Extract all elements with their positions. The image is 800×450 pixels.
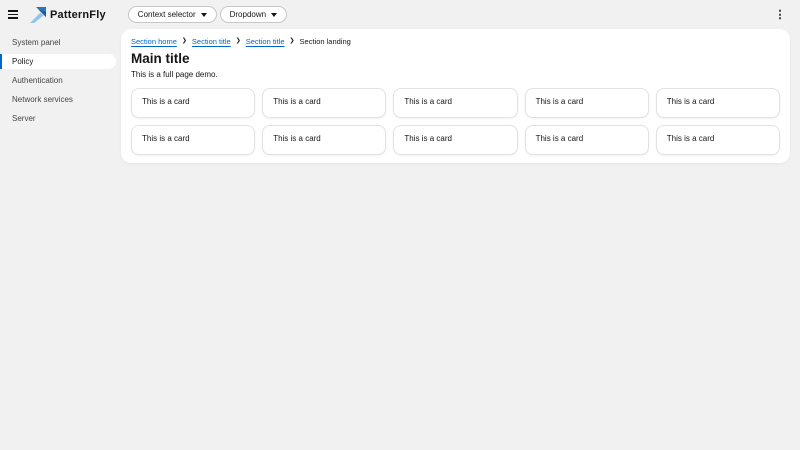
card: This is a card [655, 125, 780, 155]
card: This is a card [131, 88, 256, 118]
page-subtitle: This is a full page demo. [131, 70, 218, 79]
breadcrumb: Section home ❯ Section title ❯ Section t… [131, 36, 780, 46]
context-selector-label: Context selector [137, 10, 196, 19]
card-title: This is a card [273, 134, 321, 143]
card-grid: This is a card This is a card This is a … [131, 88, 780, 155]
chevron-down-icon [271, 12, 278, 17]
card-title: This is a card [273, 97, 321, 106]
card-title: This is a card [535, 134, 584, 143]
masthead: PatternFly Context selector Dropdown ⋮ [0, 0, 800, 29]
brand-name: PatternFly [50, 8, 106, 21]
card: This is a card [393, 88, 518, 118]
breadcrumb-link-section-home[interactable]: Section home [131, 37, 177, 46]
sidebar-item-system-panel[interactable]: System panel [0, 35, 116, 50]
dropdown-label: Dropdown [229, 10, 267, 19]
breadcrumb-current-page: Section landing [299, 36, 351, 46]
context-selector-button[interactable]: Context selector [127, 6, 217, 23]
nav-toggle-button[interactable] [0, 0, 26, 29]
patternfly-logo-icon [30, 6, 46, 23]
card-title: This is a card [142, 97, 190, 106]
kebab-menu-button[interactable]: ⋮ [772, 5, 788, 25]
card-title: This is a card [404, 97, 452, 106]
sidebar-item-authentication[interactable]: Authentication [0, 73, 116, 88]
card: This is a card [262, 125, 387, 155]
card-title: This is a card [142, 134, 190, 143]
sidebar-item-network-services[interactable]: Network services [0, 92, 116, 107]
card: This is a card [393, 125, 518, 155]
sidebar: System panel Policy Authentication Netwo… [0, 29, 121, 450]
card: This is a card [131, 125, 256, 155]
card-title: This is a card [404, 134, 452, 143]
breadcrumb-link-section-title-2[interactable]: Section title [246, 37, 285, 46]
chevron-right-icon: ❯ [181, 38, 187, 44]
main-content-panel: Section home ❯ Section title ❯ Section t… [121, 29, 790, 163]
brand: PatternFly [30, 6, 106, 23]
card: This is a card [655, 88, 780, 118]
hamburger-icon [8, 10, 18, 19]
card-title: This is a card [666, 134, 715, 143]
card: This is a card [524, 88, 649, 118]
chevron-right-icon: ❯ [289, 38, 295, 44]
card: This is a card [262, 88, 387, 118]
card-title: This is a card [535, 97, 584, 106]
page-title: Main title [131, 51, 190, 66]
chevron-right-icon: ❯ [235, 38, 241, 44]
dropdown-button[interactable]: Dropdown [219, 6, 288, 23]
kebab-icon: ⋮ [774, 8, 786, 21]
card-title: This is a card [666, 97, 715, 106]
breadcrumb-link-section-title-1[interactable]: Section title [192, 37, 231, 46]
chevron-down-icon [200, 12, 207, 17]
card: This is a card [524, 125, 649, 155]
sidebar-item-server[interactable]: Server [0, 111, 116, 126]
sidebar-item-policy[interactable]: Policy [0, 54, 116, 69]
